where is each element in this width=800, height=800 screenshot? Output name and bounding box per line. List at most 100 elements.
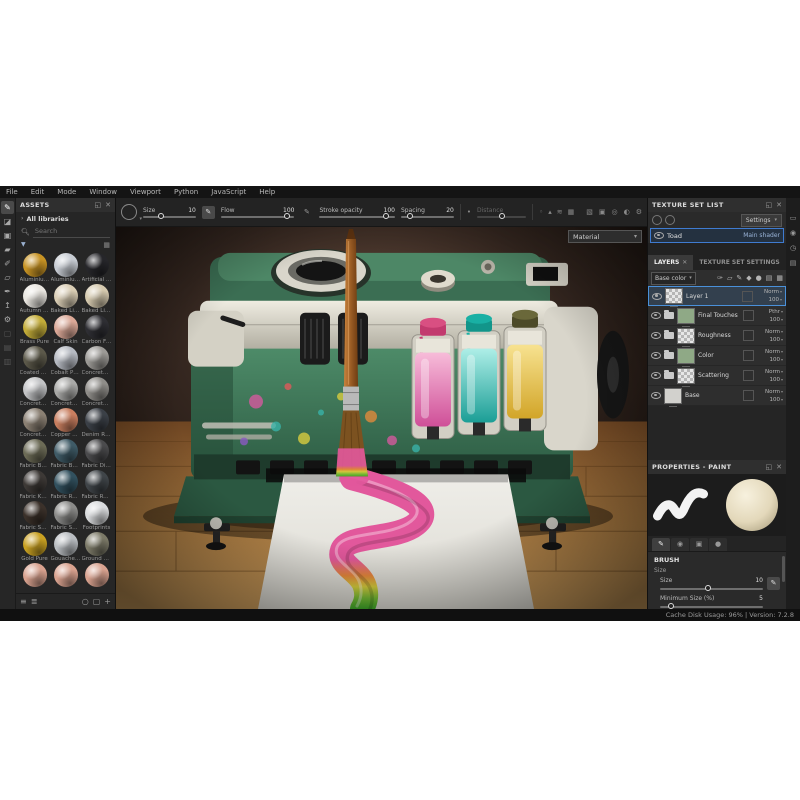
add-smart-material-icon[interactable]: ●: [756, 274, 762, 282]
folder-icon[interactable]: [664, 332, 674, 339]
brush-size-slider[interactable]: Size10: [660, 577, 763, 590]
asset-item[interactable]: Ground Gr...: [81, 532, 112, 563]
blend-mode-select[interactable]: Norm: [765, 389, 783, 395]
dock-icon[interactable]: ◱: [766, 463, 773, 471]
asset-item[interactable]: Aluminium...: [19, 253, 50, 284]
flow-pressure-button[interactable]: ✎: [300, 206, 313, 219]
asset-item[interactable]: Concrete C...: [19, 377, 50, 408]
asset-item[interactable]: Fabric Rou...: [81, 470, 112, 501]
add-folder-icon[interactable]: ▤: [766, 274, 773, 282]
tangent-wrap-icon[interactable]: ≋: [557, 208, 563, 216]
asset-item[interactable]: Aluminium...: [50, 253, 81, 284]
eraser-tool[interactable]: ◪: [1, 215, 14, 228]
history-icon[interactable]: ◷: [790, 244, 796, 252]
viewport-canvas[interactable]: [116, 227, 647, 609]
texture-set-settings-button[interactable]: Settings: [741, 214, 782, 227]
brush-tab-icon[interactable]: ✎: [652, 538, 670, 551]
layer-row[interactable]: Color Norm 100: [648, 346, 786, 366]
display-settings-icon[interactable]: ▭: [790, 214, 797, 222]
layer-visibility-icon[interactable]: [651, 312, 661, 319]
layer-mask-box[interactable]: [743, 310, 754, 321]
menu-item[interactable]: JavaScript: [211, 188, 246, 196]
material-tab-icon[interactable]: ●: [709, 538, 727, 551]
alpha-tab-icon[interactable]: ◉: [671, 538, 689, 551]
dock-icon[interactable]: ◱: [766, 201, 773, 209]
layer-row[interactable]: Base Norm 100: [648, 386, 786, 406]
asset-item[interactable]: Calf Skin: [50, 315, 81, 346]
asset-item[interactable]: Baked Ligh...: [81, 284, 112, 315]
smudge-tool[interactable]: ✐: [1, 257, 14, 270]
layer-visibility-icon[interactable]: [651, 372, 661, 379]
blend-mode-select[interactable]: Norm: [764, 289, 782, 295]
stroke-opacity-slider[interactable]: Stroke opacity100: [319, 207, 395, 218]
layer-mask-box[interactable]: [743, 370, 754, 381]
close-icon[interactable]: ✕: [776, 201, 782, 209]
search-input[interactable]: [33, 225, 110, 238]
tab-texture-set-settings[interactable]: TEXTURE SET SETTINGS: [693, 255, 785, 270]
opacity-value[interactable]: 100: [769, 377, 783, 383]
asset-item[interactable]: Artificial Le...: [81, 253, 112, 284]
asset-item[interactable]: Denim Rivet: [81, 408, 112, 439]
all-libraries-row[interactable]: › All libraries: [16, 212, 115, 225]
blend-mode-select[interactable]: Norm: [765, 349, 783, 355]
list-view-detail-icon[interactable]: ≣: [31, 597, 38, 606]
paint-tool[interactable]: ✎: [1, 201, 14, 214]
clone-tool[interactable]: ▱: [1, 271, 14, 284]
asset-item[interactable]: Fabric Bas...: [50, 439, 81, 470]
opacity-value[interactable]: 100: [768, 297, 782, 303]
layer-visibility-icon[interactable]: [651, 392, 661, 399]
asset-item[interactable]: Concrete ...: [50, 377, 81, 408]
log-icon[interactable]: ▤: [790, 259, 797, 267]
menu-item[interactable]: Viewport: [130, 188, 161, 196]
brush-size-pressure-button[interactable]: ✎: [767, 577, 780, 590]
asset-item[interactable]: [81, 563, 112, 593]
opacity-value[interactable]: 100: [769, 397, 783, 403]
size-pressure-button[interactable]: ✎: [202, 206, 215, 219]
size-slider[interactable]: Size10: [143, 207, 196, 218]
layer-row[interactable]: Final Touches Pthr 100: [648, 306, 786, 326]
stencil-icon[interactable]: ▧: [586, 208, 593, 216]
blend-mode-select[interactable]: Norm: [765, 329, 783, 335]
close-tab-icon[interactable]: ✕: [682, 259, 687, 266]
asset-item[interactable]: Gouache P...: [50, 532, 81, 563]
layer-mask-box[interactable]: [743, 350, 754, 361]
layer-thumbnail[interactable]: [677, 368, 695, 384]
display-mode-icon[interactable]: ◐: [624, 208, 630, 216]
resources-frame-icon[interactable]: ▢: [93, 597, 101, 606]
add-paint-layer-icon[interactable]: ✎: [736, 274, 742, 282]
asset-item[interactable]: [19, 563, 50, 593]
layer-mask-box[interactable]: [742, 291, 753, 302]
asset-item[interactable]: Concrete S...: [19, 408, 50, 439]
list-view-small-icon[interactable]: ≡: [20, 597, 27, 606]
menu-item[interactable]: Edit: [31, 188, 45, 196]
grid-view-icon[interactable]: ▦: [103, 241, 110, 249]
opacity-value[interactable]: 100: [769, 337, 783, 343]
asset-item[interactable]: Cobalt Pure: [50, 346, 81, 377]
layer-thumbnail[interactable]: [665, 288, 683, 304]
viewport-3d-scene[interactable]: Material: [116, 227, 647, 609]
asset-item[interactable]: Carbon Fib...: [81, 315, 112, 346]
layer-row[interactable]: Roughness Norm 100: [648, 326, 786, 346]
menu-item[interactable]: Help: [259, 188, 275, 196]
min-size-slider[interactable]: Minimum Size (%)5: [660, 595, 763, 608]
menu-item[interactable]: Mode: [57, 188, 76, 196]
layer-visibility-icon[interactable]: [652, 293, 662, 300]
material-mode-select[interactable]: Material: [568, 230, 642, 243]
asset-item[interactable]: Fabric Soft...: [50, 501, 81, 532]
layer-thumbnail[interactable]: [664, 388, 682, 404]
asset-item[interactable]: Concrete S...: [81, 377, 112, 408]
add-fill-layer-icon[interactable]: ◆: [746, 274, 751, 282]
filter-hidden-icon[interactable]: [665, 215, 675, 225]
scrollbar[interactable]: [782, 556, 785, 582]
asset-item[interactable]: Fabric Soft...: [19, 501, 50, 532]
tab-layers[interactable]: LAYERS✕: [648, 255, 693, 270]
menu-item[interactable]: Window: [89, 188, 117, 196]
asset-item[interactable]: Brass Pure: [19, 315, 50, 346]
import-resources-icon[interactable]: +: [104, 597, 111, 606]
filter-visible-icon[interactable]: [652, 215, 662, 225]
tool-extra-3[interactable]: ▥: [1, 355, 14, 368]
asset-item[interactable]: Footprints: [81, 501, 112, 532]
quick-mask-icon[interactable]: ▣: [599, 208, 606, 216]
grid-snap-icon[interactable]: ▦: [568, 208, 575, 216]
layer-mask-box[interactable]: [743, 390, 754, 401]
